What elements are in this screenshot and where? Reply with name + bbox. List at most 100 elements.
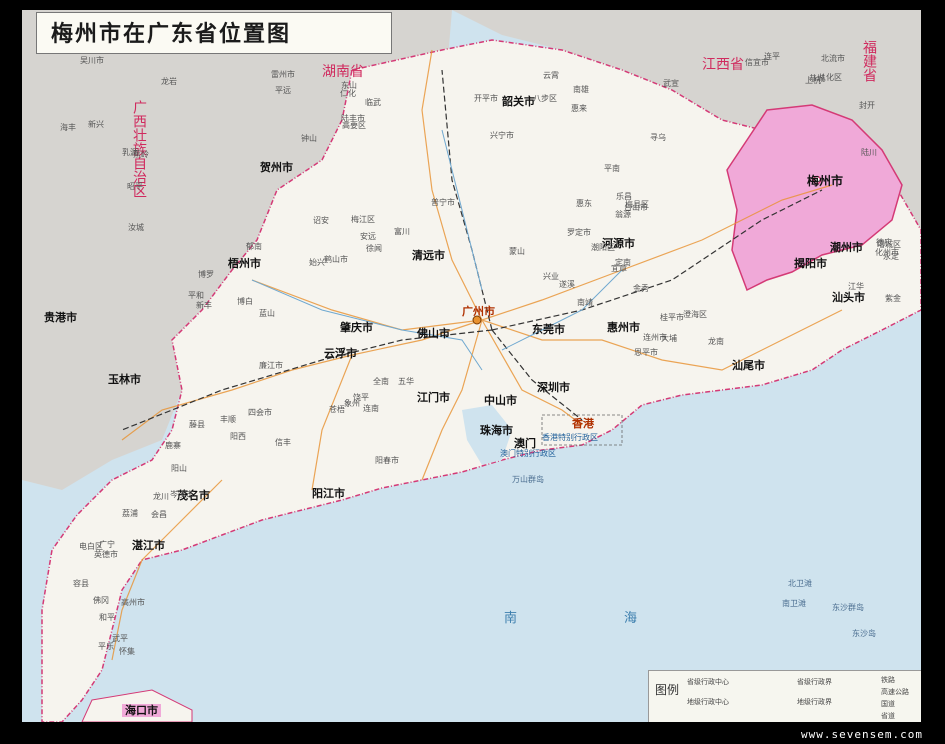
- county-label: 龙岩: [161, 77, 177, 86]
- city-label-shenzhen: 深圳市: [537, 381, 570, 394]
- city-label-yunfu: 云浮市: [324, 347, 357, 360]
- county-label: 武平: [112, 634, 128, 643]
- county-label: 信丰: [275, 438, 291, 447]
- county-label: 安远: [360, 232, 376, 241]
- county-label: 廉江市: [259, 361, 283, 370]
- county-label: 连州市: [643, 333, 667, 342]
- county-label: 东山: [341, 81, 357, 90]
- island-label-beiwei: 北卫滩: [788, 579, 812, 588]
- city-label-haikou: 海口市: [122, 704, 161, 717]
- county-label: 南雄: [573, 85, 589, 94]
- county-label: 德庆: [876, 238, 892, 247]
- county-label: 高州市: [121, 598, 145, 607]
- county-label: 阳春市: [375, 456, 399, 465]
- county-label: 南靖: [577, 298, 593, 307]
- county-label: 梅江区: [351, 215, 375, 224]
- county-label: 吴川市: [80, 56, 104, 65]
- county-label: 武宣: [663, 79, 679, 88]
- county-label: 龙川: [153, 492, 169, 501]
- county-label: 象州: [344, 399, 360, 408]
- island-label-nanwei: 南卫滩: [782, 599, 806, 608]
- province-label-jiangxi: 江西省: [702, 57, 744, 73]
- county-label: 蓝山: [259, 309, 275, 318]
- county-label: 永定: [883, 252, 899, 261]
- county-label: 临武: [365, 98, 381, 107]
- county-label: 诏安: [313, 216, 329, 225]
- county-label: 云霄: [543, 71, 559, 80]
- legend-title: 图例: [655, 683, 680, 697]
- county-label: 博白: [237, 297, 253, 306]
- county-label: 丰顺: [220, 415, 236, 424]
- watermark: www.sevensem.com: [801, 728, 923, 741]
- county-label: 藤县: [189, 420, 205, 429]
- county-label: 富川: [394, 227, 410, 236]
- city-label-meizhou: 梅州市: [807, 174, 844, 188]
- sea-label-south: 南: [504, 611, 518, 626]
- county-label: 金秀: [633, 284, 649, 293]
- city-label-shaoguan: 韶关市: [502, 95, 535, 108]
- county-label: 罗定市: [567, 228, 591, 237]
- legend-item-provincial-capital: 省级行政中心: [687, 678, 729, 686]
- county-label: 新丰: [196, 301, 212, 310]
- sea-label-sea: 海: [624, 611, 638, 626]
- city-label-chaozhou: 潮州市: [830, 241, 863, 254]
- island-label-wanshan: 万山群岛: [512, 475, 544, 484]
- island-label-dongshadao: 东沙岛: [852, 629, 876, 638]
- city-label-dongguan: 东莞市: [532, 323, 565, 336]
- province-label-hunan: 湖南省: [322, 64, 364, 80]
- city-label-yulin: 玉林市: [108, 373, 141, 386]
- city-label-qingyuan: 清远市: [412, 249, 445, 262]
- county-label: 仁化: [340, 89, 356, 98]
- city-label-guigang: 贵港市: [44, 311, 77, 324]
- county-label: 紫金: [885, 294, 901, 303]
- legend-item-provincial-boundary: 省级行政界: [797, 678, 832, 686]
- county-label: 连南: [363, 404, 379, 413]
- county-label: 鹿寨: [165, 441, 181, 450]
- county-label: 电白区: [79, 542, 103, 551]
- county-label: 乳源: [122, 148, 138, 157]
- city-label-jiangmen: 江门市: [417, 391, 450, 404]
- map-photo: 梅州市在广东省位置图 湖南省 江西省 福建省 广西壮族自治区 梅州市 广州市 深…: [22, 10, 921, 722]
- county-label: 台山市: [624, 203, 648, 212]
- county-label: 徐闻: [366, 244, 382, 253]
- city-label-shantou: 汕头市: [832, 291, 865, 304]
- annotation-macau-sar: 澳门特别行政区: [500, 449, 556, 458]
- city-label-shanwei: 汕尾市: [732, 359, 765, 372]
- county-label: 龙南: [708, 337, 724, 346]
- county-label: 荔浦: [122, 509, 138, 518]
- county-label: 英德市: [94, 550, 118, 559]
- legend-item-provincial-road: 省道: [881, 712, 895, 720]
- county-label: 阳西: [230, 432, 246, 441]
- county-label: 高要区: [342, 121, 366, 130]
- county-label: 兴宁市: [490, 131, 514, 140]
- county-label: 钟山: [301, 134, 317, 143]
- county-label: 陆川: [861, 148, 877, 157]
- county-label: 五华: [398, 377, 414, 386]
- county-label: 博罗: [198, 270, 214, 279]
- city-label-zhuhai: 珠海市: [480, 424, 513, 437]
- county-label: 平远: [275, 86, 291, 95]
- county-label: 平和: [188, 291, 204, 300]
- county-label: 郁南: [246, 242, 262, 251]
- city-label-wuzhou: 梧州市: [228, 257, 261, 270]
- county-label: 封开: [859, 101, 875, 110]
- county-label: 怀集: [119, 647, 135, 656]
- legend-item-expressway: 高速公路: [881, 688, 909, 696]
- county-label: 惠来: [571, 104, 587, 113]
- county-label: 江华: [848, 282, 864, 291]
- county-label: 寻乌: [650, 133, 666, 142]
- island-label-dongsha: 东沙群岛: [832, 603, 864, 612]
- county-label: 平南: [604, 164, 620, 173]
- county-label: 会昌: [151, 510, 167, 519]
- city-label-hezhou: 贺州市: [260, 161, 293, 174]
- county-label: 始兴: [309, 258, 325, 267]
- province-label-fujian: 福建省: [861, 40, 877, 82]
- city-label-huizhou: 惠州市: [607, 321, 640, 334]
- county-label: 开平市: [474, 94, 498, 103]
- county-label: 桂平市: [660, 313, 684, 322]
- city-label-foshan: 佛山市: [417, 327, 450, 340]
- city-label-macau: 澳门: [514, 437, 536, 450]
- county-label: 苍梧: [329, 405, 345, 414]
- county-label: 雷州市: [271, 70, 295, 79]
- city-label-guangzhou: 广州市: [462, 305, 495, 318]
